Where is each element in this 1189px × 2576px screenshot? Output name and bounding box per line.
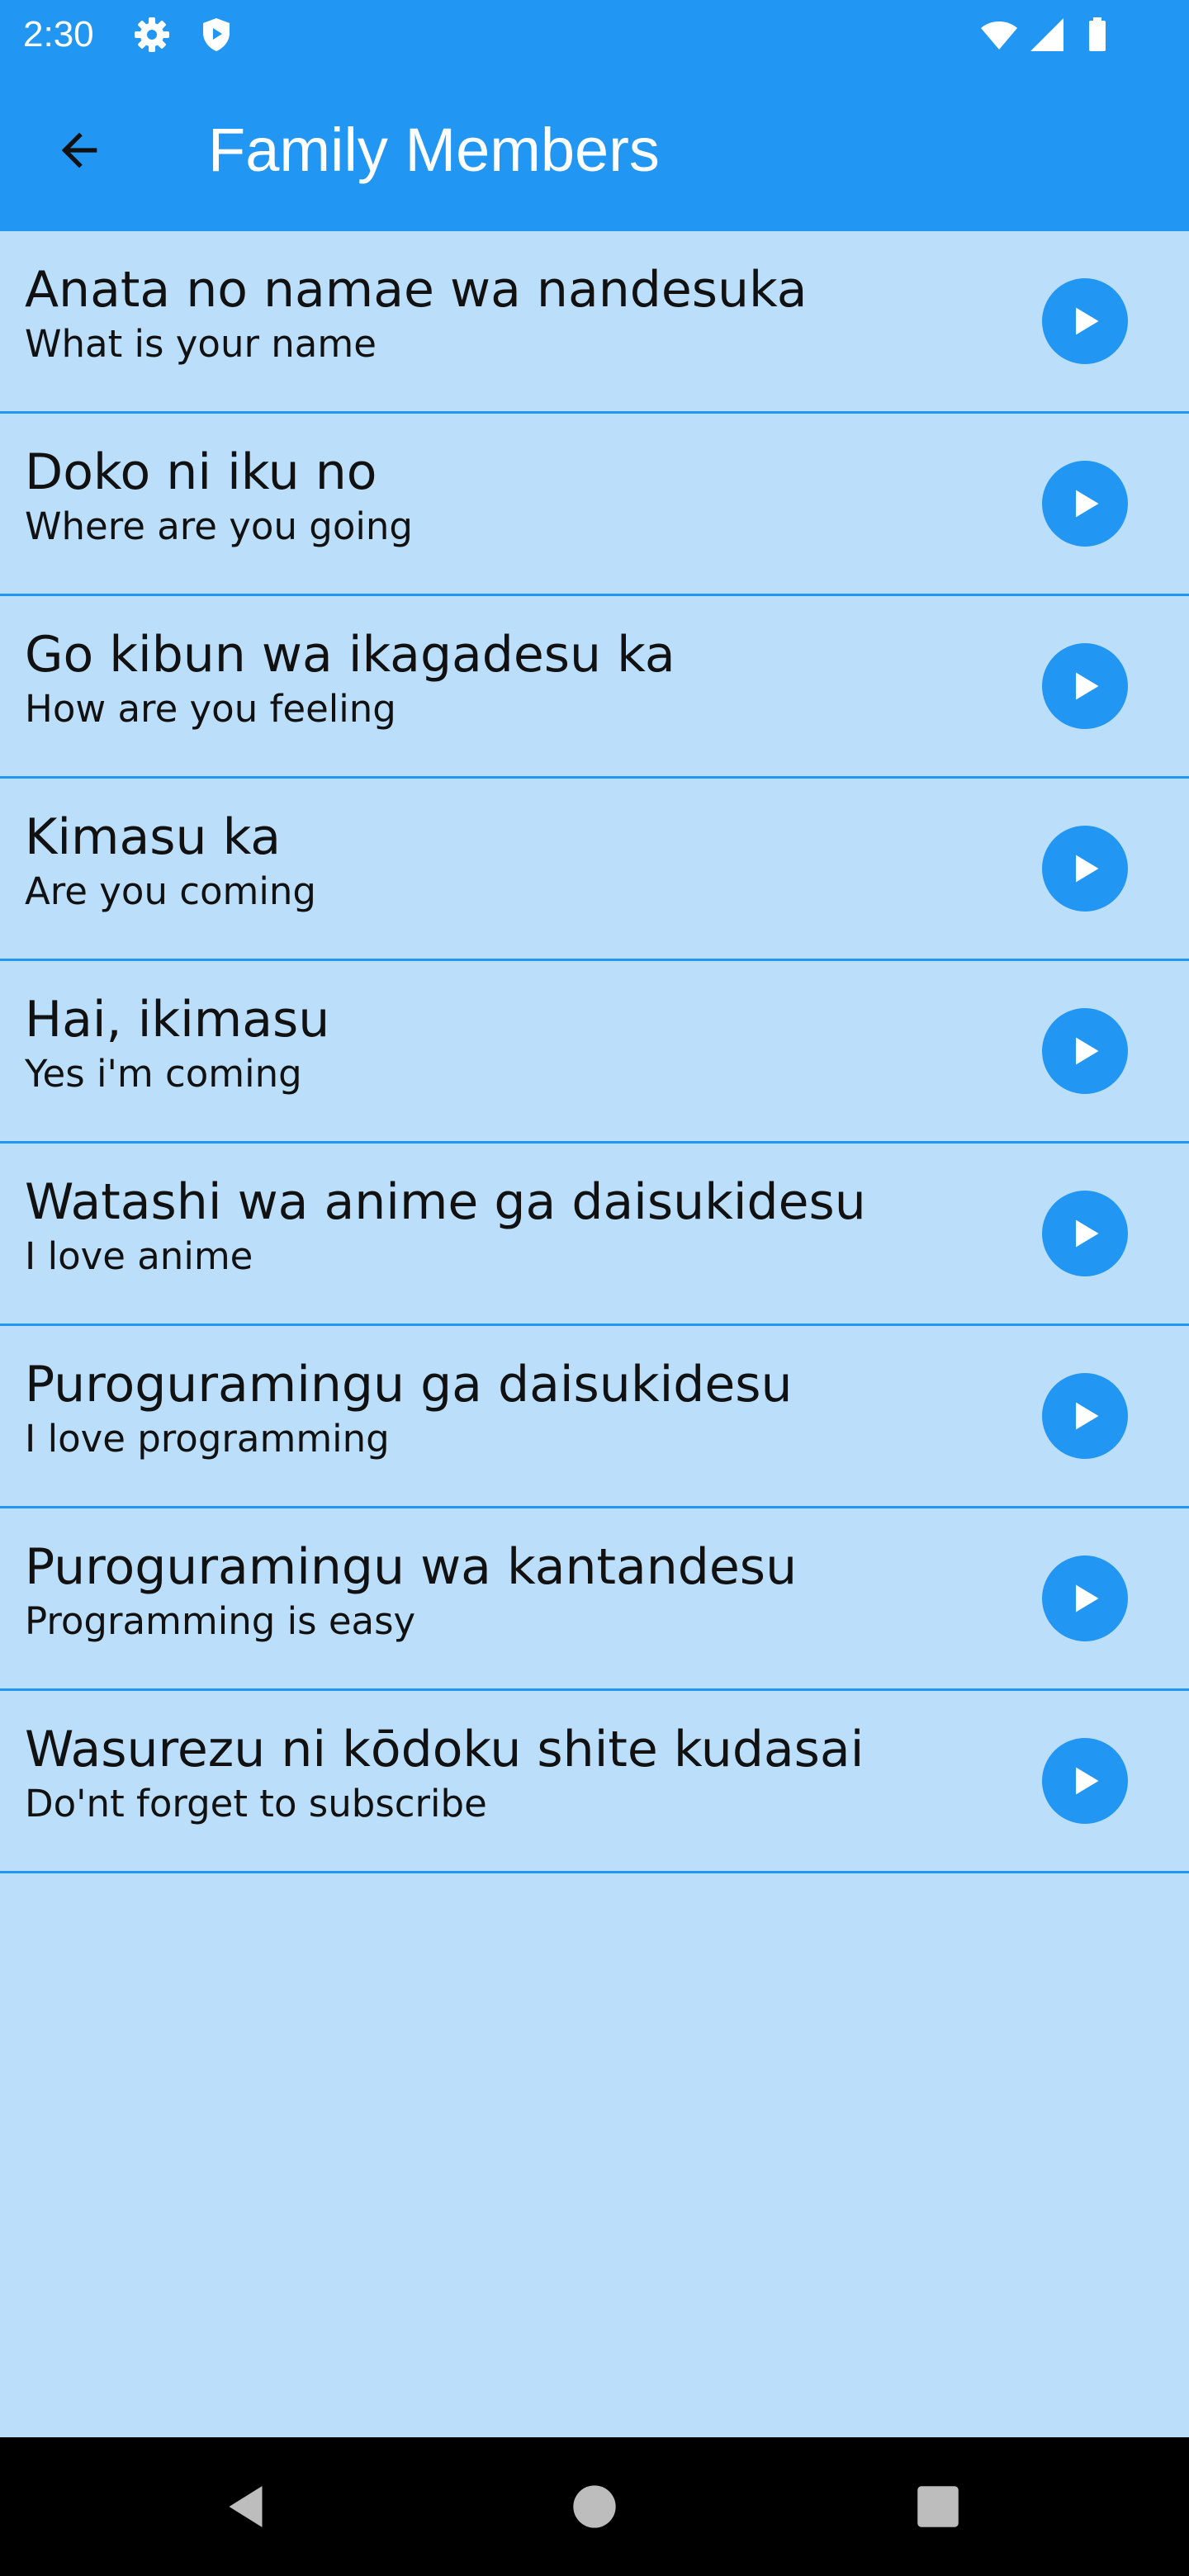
phrase-english: How are you feeling (25, 687, 396, 731)
shield-icon (197, 15, 236, 54)
phrase-english: I love programming (25, 1417, 390, 1461)
phrase-japanese: Anata no namae wa nandesuka (25, 261, 808, 319)
recents-square-icon (917, 2486, 959, 2527)
phrase-japanese: Kimasu ka (25, 808, 282, 866)
home-circle-icon (573, 2485, 616, 2528)
phrase-english: Programming is easy (25, 1599, 416, 1643)
phrase-japanese: Puroguramingu ga daisukidesu (25, 1356, 793, 1413)
nav-back-button[interactable] (218, 2477, 277, 2536)
nav-recents-button[interactable] (908, 2477, 968, 2536)
list-item[interactable]: Watashi wa anime ga daisukidesu I love a… (0, 1144, 1189, 1326)
phrase-english: What is your name (25, 322, 377, 366)
back-button[interactable] (40, 111, 119, 190)
play-icon (1076, 672, 1099, 700)
play-icon (1076, 855, 1099, 883)
list-item[interactable]: Hai, ikimasu Yes i'm coming (0, 961, 1189, 1144)
list-item[interactable]: Wasurezu ni kōdoku shite kudasai Do'nt f… (0, 1691, 1189, 1873)
system-nav-bar (0, 2437, 1189, 2576)
phrase-english: Yes i'm coming (25, 1052, 302, 1096)
play-icon (1076, 1219, 1099, 1248)
play-icon (1076, 1037, 1099, 1065)
phrase-japanese: Puroguramingu wa kantandesu (25, 1538, 798, 1596)
page-title: Family Members (208, 116, 660, 184)
phrase-english: Where are you going (25, 504, 413, 548)
arrow-left-icon (61, 132, 97, 168)
battery-icon (1078, 15, 1117, 54)
phrase-japanese: Wasurezu ni kōdoku shite kudasai (25, 1721, 865, 1778)
gear-icon (132, 15, 172, 54)
play-button[interactable] (1042, 1738, 1128, 1824)
phrase-text: Watashi wa anime ga daisukidesu I love a… (25, 1172, 999, 1281)
wifi-icon (979, 15, 1019, 54)
list-item[interactable]: Puroguramingu ga daisukidesu I love prog… (0, 1326, 1189, 1508)
play-icon (1076, 490, 1099, 518)
phrase-text: Puroguramingu wa kantandesu Programming … (25, 1537, 999, 1646)
signal-icon (1027, 15, 1067, 54)
play-button[interactable] (1042, 1191, 1128, 1276)
back-triangle-icon (229, 2486, 263, 2527)
phrase-text: Go kibun wa ikagadesu ka How are you fee… (25, 624, 999, 733)
status-time: 2:30 (23, 14, 94, 54)
play-button[interactable] (1042, 826, 1128, 912)
phrase-english: Are you coming (25, 869, 316, 913)
phrase-japanese: Doko ni iku no (25, 443, 377, 501)
phrase-japanese: Go kibun wa ikagadesu ka (25, 626, 675, 684)
play-button[interactable] (1042, 1008, 1128, 1094)
phrase-english: I love anime (25, 1234, 253, 1278)
status-bar: 2:30 (0, 0, 1189, 69)
phrase-text: Kimasu ka Are you coming (25, 807, 999, 916)
phrase-list: Anata no namae wa nandesuka What is your… (0, 231, 1189, 1873)
play-icon (1076, 307, 1099, 335)
list-item[interactable]: Doko ni iku no Where are you going (0, 414, 1189, 596)
list-item[interactable]: Kimasu ka Are you coming (0, 779, 1189, 961)
play-icon (1076, 1402, 1099, 1430)
app-bar: Family Members (0, 69, 1189, 231)
phrase-text: Doko ni iku no Where are you going (25, 442, 999, 551)
list-item[interactable]: Go kibun wa ikagadesu ka How are you fee… (0, 596, 1189, 779)
list-item[interactable]: Anata no namae wa nandesuka What is your… (0, 231, 1189, 414)
phrase-text: Puroguramingu ga daisukidesu I love prog… (25, 1354, 999, 1463)
phrase-text: Wasurezu ni kōdoku shite kudasai Do'nt f… (25, 1719, 999, 1828)
list-item[interactable]: Puroguramingu wa kantandesu Programming … (0, 1508, 1189, 1691)
play-button[interactable] (1042, 1373, 1128, 1459)
play-icon (1076, 1584, 1099, 1612)
phrase-japanese: Watashi wa anime ga daisukidesu (25, 1173, 866, 1231)
nav-home-button[interactable] (565, 2477, 624, 2536)
phrase-text: Anata no namae wa nandesuka What is your… (25, 259, 999, 368)
phrase-text: Hai, ikimasu Yes i'm coming (25, 989, 999, 1098)
play-button[interactable] (1042, 461, 1128, 547)
play-button[interactable] (1042, 1556, 1128, 1641)
phrase-english: Do'nt forget to subscribe (25, 1782, 487, 1825)
play-icon (1076, 1767, 1099, 1795)
play-button[interactable] (1042, 643, 1128, 729)
play-button[interactable] (1042, 278, 1128, 364)
phrase-japanese: Hai, ikimasu (25, 991, 330, 1049)
